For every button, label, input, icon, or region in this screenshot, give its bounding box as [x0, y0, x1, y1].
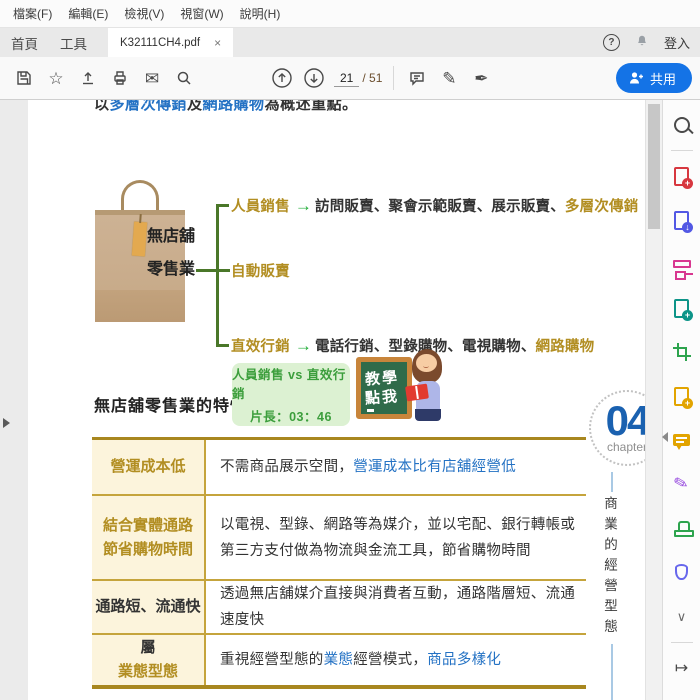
acrobat-window: 檔案(F) 編輯(E) 檢視(V) 視窗(W) 說明(H) 首頁 工具 K321… — [0, 0, 700, 700]
video-note-box[interactable]: 人員銷售 vs 直效行銷 片長：03：46 — [232, 363, 350, 426]
page-number-field: 21 / 51 — [334, 70, 382, 87]
bag-tag — [131, 221, 148, 257]
collapse-sidebar-icon[interactable] — [662, 432, 668, 442]
highlight-icon[interactable]: ✎ — [436, 65, 462, 91]
menu-view[interactable]: 檢視(V) — [117, 1, 171, 26]
chapter-side-title: 商業的經營型態 — [599, 492, 619, 644]
chapter-word: chapter — [606, 440, 645, 454]
total-pages-label: / 51 — [362, 70, 383, 85]
pen-icon[interactable]: ✒ — [468, 65, 494, 91]
vertical-scrollbar[interactable] — [645, 100, 662, 700]
bracket-stub-3 — [216, 344, 229, 347]
row-content: 以電視、型錄、網路等為媒介，並以宅配、銀行轉帳或第三方支付做為物流與金流工具，節… — [220, 516, 576, 559]
table-row: 屬業態型態 重視經營型態的業態經營模式，商品多樣化 — [92, 633, 586, 685]
edit-pdf-icon[interactable] — [669, 252, 695, 281]
toolbar: ☆ ✉ 21 / 51 ✎ ✒ 共用 — [0, 57, 700, 100]
video-note-title: 人員銷售 vs 直效行銷 — [232, 368, 346, 401]
red-book — [405, 383, 429, 402]
tab-tools[interactable]: 工具 — [49, 28, 98, 57]
bracket-stub-1 — [216, 204, 229, 207]
share-person-icon — [629, 72, 643, 84]
comment-icon[interactable] — [404, 65, 430, 91]
document-tab-title: K32111CH4.pdf — [120, 36, 201, 49]
tabbar-right-group: ? 登入 — [602, 28, 700, 57]
row-content: 不需商品展示空間，營運成本比有店舖經營低 — [220, 459, 517, 475]
tools-sidebar: + ↓ + + ✎ ∨ ↦ — [662, 100, 700, 700]
tab-home[interactable]: 首頁 — [0, 28, 49, 57]
close-icon[interactable]: × — [214, 37, 221, 49]
table-row: 通路短、流通快 透過無店舖媒介直接與消費者互動，通路階層短、流通速度快 — [92, 579, 586, 633]
more-tools-icon[interactable]: ∨ — [669, 604, 695, 629]
stamp-icon[interactable] — [669, 516, 695, 541]
bell-icon[interactable] — [634, 32, 650, 53]
search-icon[interactable] — [171, 65, 197, 91]
video-note-duration: 片長：03：46 — [250, 410, 332, 424]
share-button[interactable]: 共用 — [615, 63, 692, 93]
organize-pages-icon[interactable] — [669, 340, 695, 365]
export-pdf-icon[interactable]: ↓ — [669, 208, 695, 233]
diagram-root-label: 無店舖 零售業 — [147, 228, 196, 278]
table-row: 結合實體通路 節省購物時間 以電視、型錄、網路等為媒介，並以宅配、銀行轉帳或第三方… — [92, 494, 586, 579]
share-label: 共用 — [649, 71, 676, 87]
print-icon[interactable] — [107, 65, 133, 91]
save-icon[interactable] — [11, 65, 37, 91]
row-label: 通路短、流通快 — [92, 581, 206, 633]
upload-icon[interactable] — [75, 65, 101, 91]
current-page-input[interactable]: 21 — [334, 70, 360, 87]
help-icon[interactable]: ? — [602, 34, 620, 51]
request-sign-icon[interactable]: + — [669, 384, 695, 409]
arrow-icon: → — [294, 196, 313, 215]
sidebar-divider — [670, 641, 693, 643]
comment-tool-icon[interactable] — [669, 428, 695, 453]
pdf-page: 以多層次傳銷及網路購物為概述重點。 無店舖 零售業 人員銷售 → 訪問販賣、聚會示範… — [28, 100, 645, 700]
tab-bar: 首頁 工具 K32111CH4.pdf × ? 登入 — [0, 28, 700, 57]
document-area: 以多層次傳銷及網路購物為概述重點。 無店舖 零售業 人員銷售 → 訪問販賣、聚會示範… — [0, 100, 700, 700]
chapter-badge: 04 chapter — [589, 390, 645, 466]
menu-bar: 檔案(F) 編輯(E) 檢視(V) 視窗(W) 說明(H) — [0, 0, 700, 28]
features-table: 營運成本低 不需商品展示空間，營運成本比有店舖經營低 結合實體通路 節省購物時間 … — [92, 437, 586, 689]
sidebar-divider — [670, 150, 693, 151]
fill-sign-icon[interactable]: ✎ — [669, 472, 695, 497]
star-icon[interactable]: ☆ — [43, 65, 69, 91]
row-label: 營運成本低 — [92, 440, 206, 494]
mail-icon[interactable]: ✉ — [139, 65, 165, 91]
find-text-icon[interactable] — [669, 112, 695, 137]
bracket-vertical-line — [216, 205, 219, 347]
expand-panel-icon[interactable]: ↦ — [669, 656, 695, 681]
menu-edit[interactable]: 編輯(E) — [61, 1, 115, 26]
tab-document[interactable]: K32111CH4.pdf × — [108, 28, 234, 57]
chalkboard: 教學 點我 — [356, 357, 412, 419]
scrollbar-thumb[interactable] — [648, 104, 660, 229]
combine-files-icon[interactable]: + — [669, 296, 695, 321]
table-row: 營運成本低 不需商品展示空間，營運成本比有店舖經營低 — [92, 440, 586, 494]
row-content: 重視經營型態的業態經營模式，商品多樣化 — [220, 652, 502, 668]
create-pdf-icon[interactable]: + — [669, 164, 695, 189]
teaching-clickme-badge[interactable]: 教學 點我 — [356, 349, 450, 429]
bracket-root-stub — [196, 269, 230, 272]
menu-file[interactable]: 檔案(F) — [6, 1, 59, 26]
page-down-icon[interactable] — [301, 65, 327, 91]
arrow-icon: → — [294, 336, 313, 355]
left-panel-strip — [0, 100, 28, 700]
row-label: 屬業態型態 — [92, 635, 206, 685]
intro-sentence: 以多層次傳銷及網路購物為概述重點。 — [94, 100, 358, 113]
sign-in-button[interactable]: 登入 — [664, 33, 690, 52]
branch-vending: 自動販賣 — [231, 264, 290, 280]
menu-help[interactable]: 說明(H) — [233, 1, 288, 26]
toolbar-divider — [393, 66, 395, 90]
menu-window[interactable]: 視窗(W) — [173, 1, 230, 26]
branch-personal-selling: 人員銷售 → 訪問販賣、聚會示範販賣、展示販賣、多層次傳銷 — [231, 196, 639, 215]
page-navigation: 21 / 51 — [266, 65, 386, 91]
chapter-number: 04 — [605, 397, 645, 444]
protect-icon[interactable] — [669, 560, 695, 585]
page-up-icon[interactable] — [269, 65, 295, 91]
row-content: 透過無店舖媒介直接與消費者互動，通路階層短、流通速度快 — [220, 586, 576, 628]
open-nav-panel-icon[interactable] — [3, 418, 10, 428]
row-label: 結合實體通路 節省購物時間 — [92, 496, 206, 579]
